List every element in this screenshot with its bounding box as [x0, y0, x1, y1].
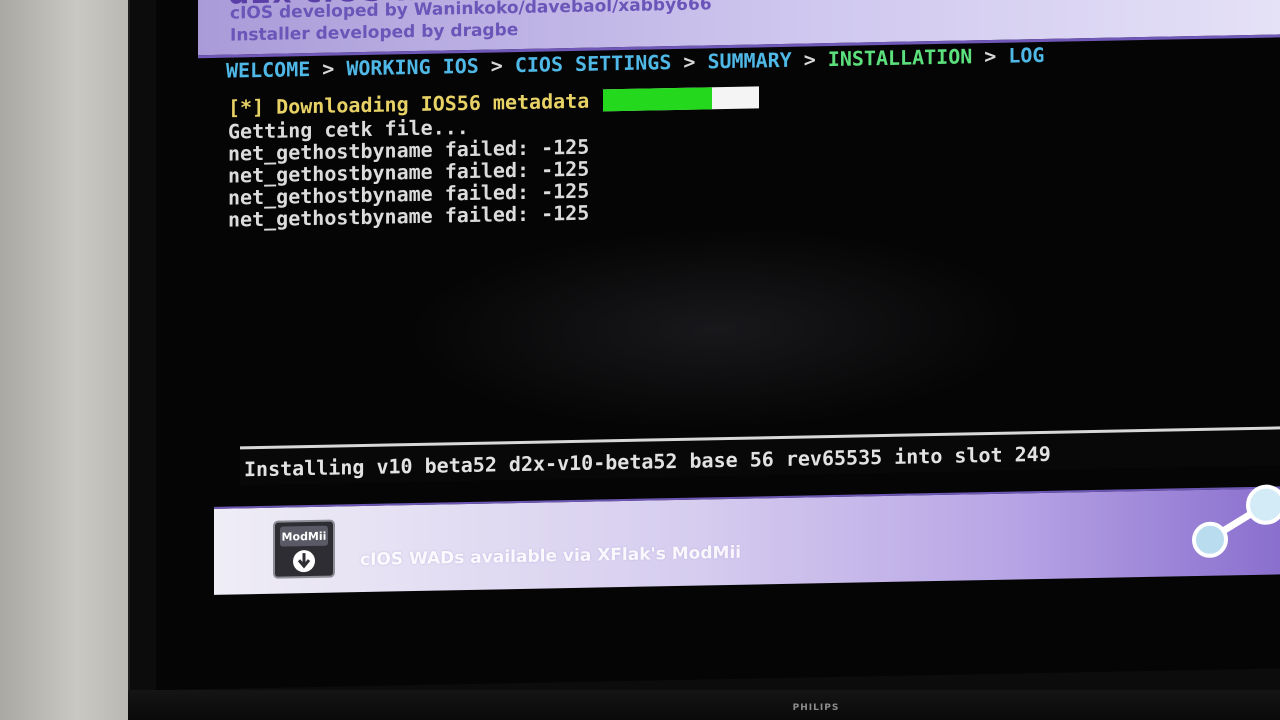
breadcrumb-separator: > — [984, 43, 997, 69]
screen-reflection — [406, 223, 1026, 436]
share-node-icon — [1192, 484, 1280, 558]
breadcrumb-separator: > — [683, 49, 696, 74]
modmii-download-icon: ModMii — [273, 519, 335, 579]
install-log: [*] Downloading IOS56 metadata Getting c… — [228, 77, 1128, 232]
install-status-text: Installing v10 beta52 d2x-v10-beta52 bas… — [244, 441, 1051, 482]
tv-bottom-bezel — [128, 690, 1280, 720]
footer-text: cIOS WADs available via XFlak's ModMii — [360, 542, 742, 571]
modmii-icon-label: ModMii — [282, 530, 327, 544]
breadcrumb-separator: > — [490, 53, 503, 78]
download-progress-bar — [603, 86, 760, 112]
tv-screen: d2x cIOS Installer cIOS developed by Wan… — [156, 0, 1280, 691]
breadcrumb-item-log[interactable]: LOG — [1008, 43, 1044, 68]
download-progress-fill — [603, 87, 713, 112]
breadcrumb-item-summary[interactable]: SUMMARY — [707, 48, 791, 74]
breadcrumb-separator: > — [803, 47, 816, 72]
footer-banner: ModMii cIOS WADs available via XFlak's M… — [214, 484, 1280, 595]
breadcrumb-item-cios-settings[interactable]: CIOS SETTINGS — [515, 50, 672, 77]
install-status-bar: Installing v10 beta52 d2x-v10-beta52 bas… — [240, 426, 1280, 486]
breadcrumb-item-installation[interactable]: INSTALLATION — [828, 44, 973, 71]
breadcrumb-item-welcome[interactable]: WELCOME — [226, 57, 310, 83]
breadcrumb-item-working-ios[interactable]: WORKING IOS — [346, 54, 478, 81]
tv-brand-logo: PHILIPS — [792, 703, 840, 713]
breadcrumb-separator: > — [322, 56, 335, 81]
